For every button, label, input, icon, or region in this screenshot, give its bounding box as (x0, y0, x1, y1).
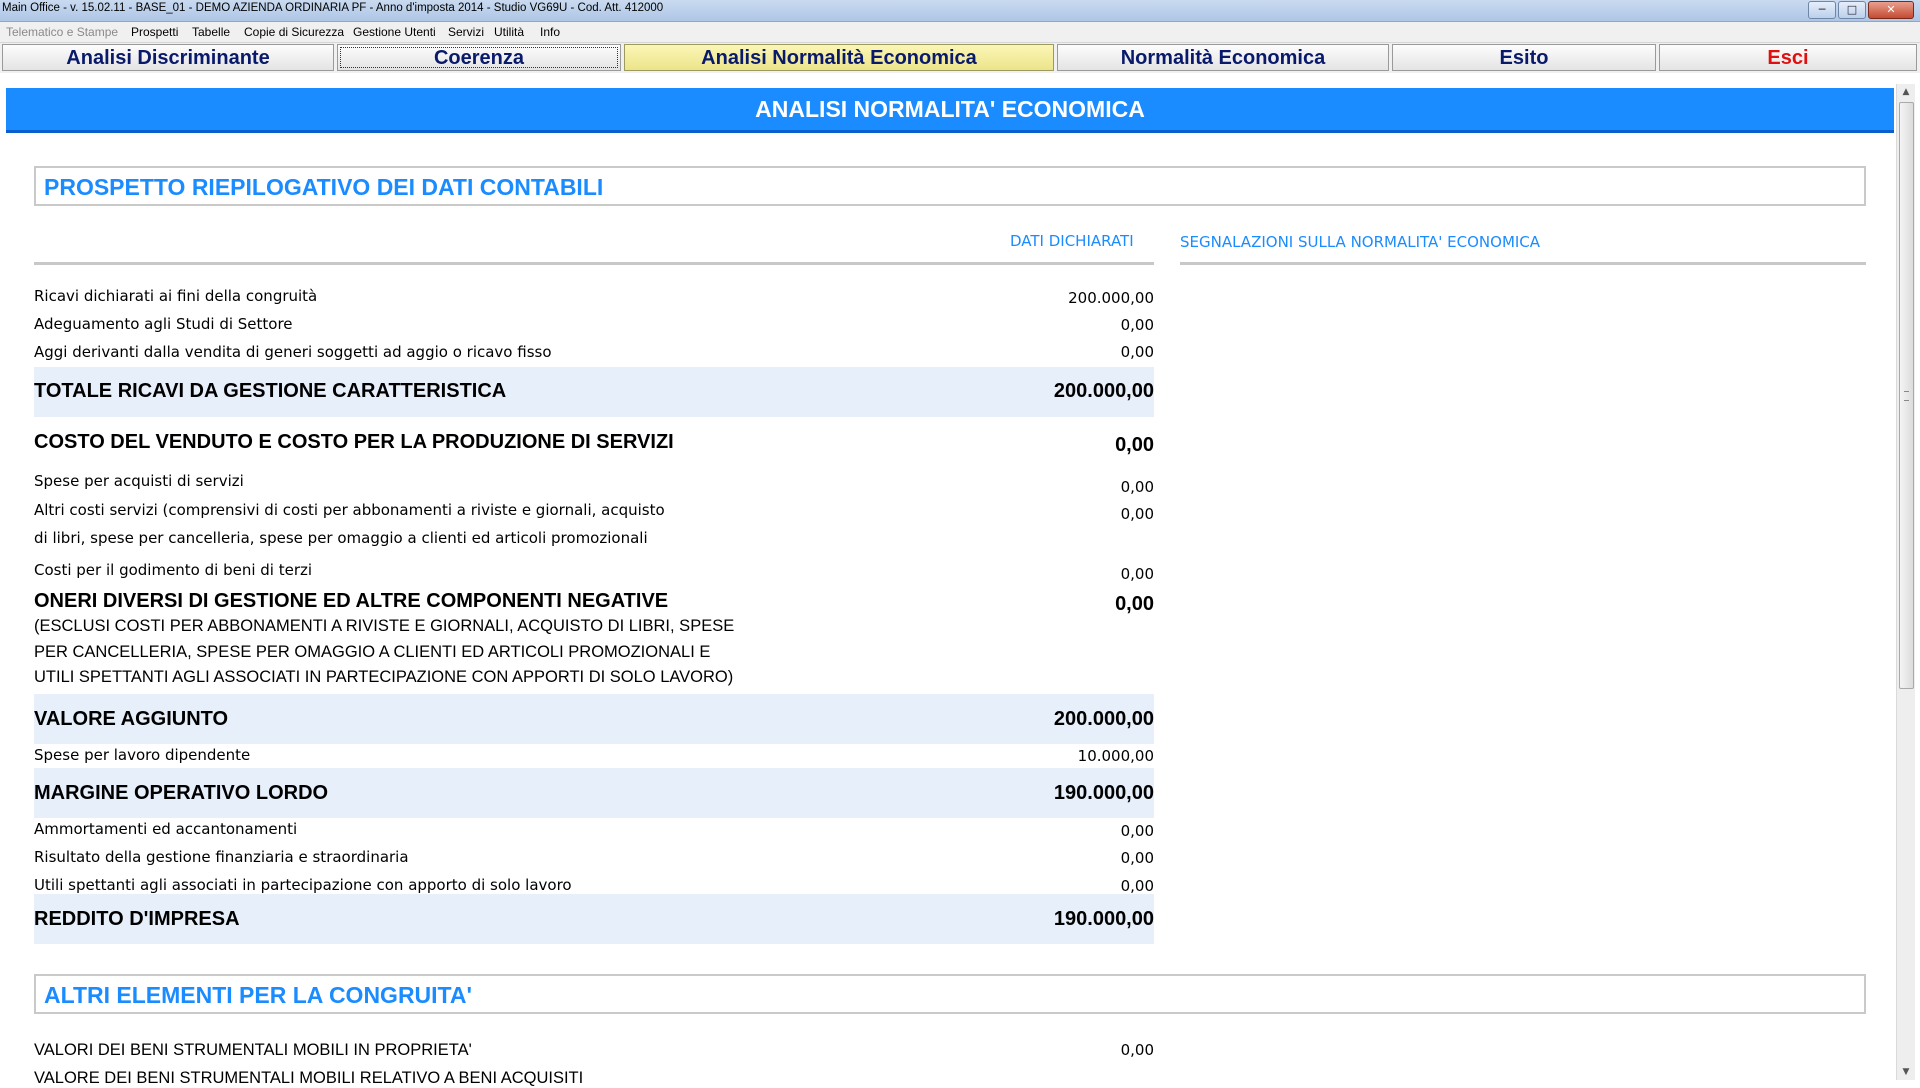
note-oneri-3: UTILI SPETTANTI AGLI ASSOCIATI IN PARTEC… (34, 668, 734, 686)
scroll-thumb[interactable] (1899, 102, 1914, 689)
scroll-up-arrow[interactable]: ▲ (1897, 84, 1915, 100)
window-title: Main Office - v. 15.02.11 - BASE_01 - DE… (2, 2, 664, 14)
value-totale-ricavi: 200.000,00 (1053, 380, 1154, 402)
value-spese-servizi: 0,00 (1120, 478, 1154, 496)
value-ammortamenti: 0,00 (1120, 822, 1154, 840)
content-area: ANALISI NORMALITA' ECONOMICA PROSPETTO R… (4, 84, 1894, 1087)
tab-esci[interactable]: Esci (1659, 44, 1917, 71)
value-mol: 190.000,00 (1053, 782, 1154, 804)
tab-analisi-discriminante[interactable]: Analisi Discriminante (2, 44, 334, 71)
label-oneri: ONERI DIVERSI DI GESTIONE ED ALTRE COMPO… (34, 590, 669, 612)
value-costo-venduto: 0,00 (1115, 434, 1154, 456)
maximize-button[interactable]: □ (1838, 1, 1866, 19)
value-altri-costi: 0,00 (1120, 505, 1154, 523)
menu-servizi[interactable]: Servizi (448, 25, 484, 39)
value-gestione-finanziaria: 0,00 (1120, 849, 1154, 867)
value-adeguamento: 0,00 (1120, 316, 1154, 334)
minimize-button[interactable]: ─ (1808, 1, 1836, 19)
section-altri-elementi-title: ALTRI ELEMENTI PER LA CONGRUITA' (44, 982, 472, 1008)
value-ricavi: 200.000,00 (1068, 289, 1154, 307)
note-oneri-2: PER CANCELLERIA, SPESE PER OMAGGIO A CLI… (34, 643, 711, 661)
column-header-dati: DATI DICHIARATI (1010, 232, 1134, 250)
column-divider-segnalazioni (1180, 262, 1866, 265)
value-valore-aggiunto: 200.000,00 (1053, 708, 1154, 730)
section-prospetto: PROSPETTO RIEPILOGATIVO DEI DATI CONTABI… (34, 166, 1866, 206)
label-altri-costi-2: di libri, spese per cancelleria, spese p… (34, 529, 648, 547)
label-beni-acquisiti: VALORE DEI BENI STRUMENTALI MOBILI RELAT… (34, 1069, 584, 1087)
tab-esito[interactable]: Esito (1392, 44, 1656, 71)
menu-gestione-utenti[interactable]: Gestione Utenti (353, 25, 436, 39)
menu-bar: Telematico e Stampe Prospetti Tabelle Co… (0, 22, 1920, 43)
label-mol: MARGINE OPERATIVO LORDO (34, 782, 329, 804)
menu-copie-sicurezza[interactable]: Copie di Sicurezza (244, 25, 344, 39)
note-oneri-1: (ESCLUSI COSTI PER ABBONAMENTI A RIVISTE… (34, 617, 735, 635)
page-banner: ANALISI NORMALITA' ECONOMICA (6, 88, 1894, 133)
menu-utilita[interactable]: Utilità (494, 25, 524, 39)
window-controls: ─ □ ✕ (1808, 1, 1914, 19)
menu-prospetti[interactable]: Prospetti (131, 25, 178, 39)
label-godimento: Costi per il godimento di beni di terzi (34, 561, 313, 579)
tab-normalita-economica[interactable]: Normalità Economica (1057, 44, 1389, 71)
tab-coerenza[interactable]: Coerenza (337, 44, 621, 71)
value-oneri: 0,00 (1115, 593, 1154, 615)
value-godimento: 0,00 (1120, 565, 1154, 583)
value-lavoro-dipendente: 10.000,00 (1077, 747, 1154, 765)
section-altri-elementi: ALTRI ELEMENTI PER LA CONGRUITA' (34, 974, 1866, 1014)
column-header-segnalazioni: SEGNALAZIONI SULLA NORMALITA' ECONOMICA (1180, 233, 1541, 251)
label-ammortamenti: Ammortamenti ed accantonamenti (34, 820, 298, 838)
label-spese-servizi: Spese per acquisti di servizi (34, 472, 244, 490)
label-ricavi: Ricavi dichiarati ai fini della congruit… (34, 287, 318, 305)
label-costo-venduto: COSTO DEL VENDUTO E COSTO PER LA PRODUZI… (34, 431, 674, 453)
label-totale-ricavi: TOTALE RICAVI DA GESTIONE CARATTERISTICA (34, 380, 507, 402)
label-reddito-impresa: REDDITO D'IMPRESA (34, 908, 240, 930)
label-lavoro-dipendente: Spese per lavoro dipendente (34, 746, 251, 764)
scroll-down-arrow[interactable]: ▼ (1897, 1064, 1915, 1080)
column-divider-dati (34, 262, 1154, 265)
label-valore-aggiunto: VALORE AGGIUNTO (34, 708, 229, 730)
title-bar: Main Office - v. 15.02.11 - BASE_01 - DE… (0, 0, 1920, 22)
label-aggi: Aggi derivanti dalla vendita di generi s… (34, 343, 552, 361)
value-beni-strumentali: 0,00 (1120, 1041, 1154, 1059)
label-adeguamento: Adeguamento agli Studi di Settore (34, 315, 293, 333)
menu-info[interactable]: Info (540, 25, 560, 39)
scroll-grip-icon (1904, 391, 1909, 401)
menu-telematico[interactable]: Telematico e Stampe (6, 25, 118, 39)
vertical-scrollbar[interactable]: ▲ ▼ (1896, 84, 1915, 1080)
label-utili-associati: Utili spettanti agli associati in partec… (34, 876, 572, 894)
label-beni-strumentali: VALORI DEI BENI STRUMENTALI MOBILI IN PR… (34, 1041, 472, 1059)
menu-tabelle[interactable]: Tabelle (192, 25, 230, 39)
value-reddito-impresa: 190.000,00 (1053, 908, 1154, 930)
value-utili-associati: 0,00 (1120, 877, 1154, 895)
label-gestione-finanziaria: Risultato della gestione finanziaria e s… (34, 848, 409, 866)
tab-analisi-normalita-economica[interactable]: Analisi Normalità Economica (624, 44, 1054, 71)
tab-bar: Analisi Discriminante Coerenza Analisi N… (0, 43, 1920, 73)
close-window-button[interactable]: ✕ (1868, 1, 1914, 19)
page-title: ANALISI NORMALITA' ECONOMICA (755, 96, 1145, 122)
label-altri-costi-1: Altri costi servizi (comprensivi di cost… (34, 501, 665, 519)
section-prospetto-title: PROSPETTO RIEPILOGATIVO DEI DATI CONTABI… (44, 174, 604, 200)
value-aggi: 0,00 (1120, 343, 1154, 361)
